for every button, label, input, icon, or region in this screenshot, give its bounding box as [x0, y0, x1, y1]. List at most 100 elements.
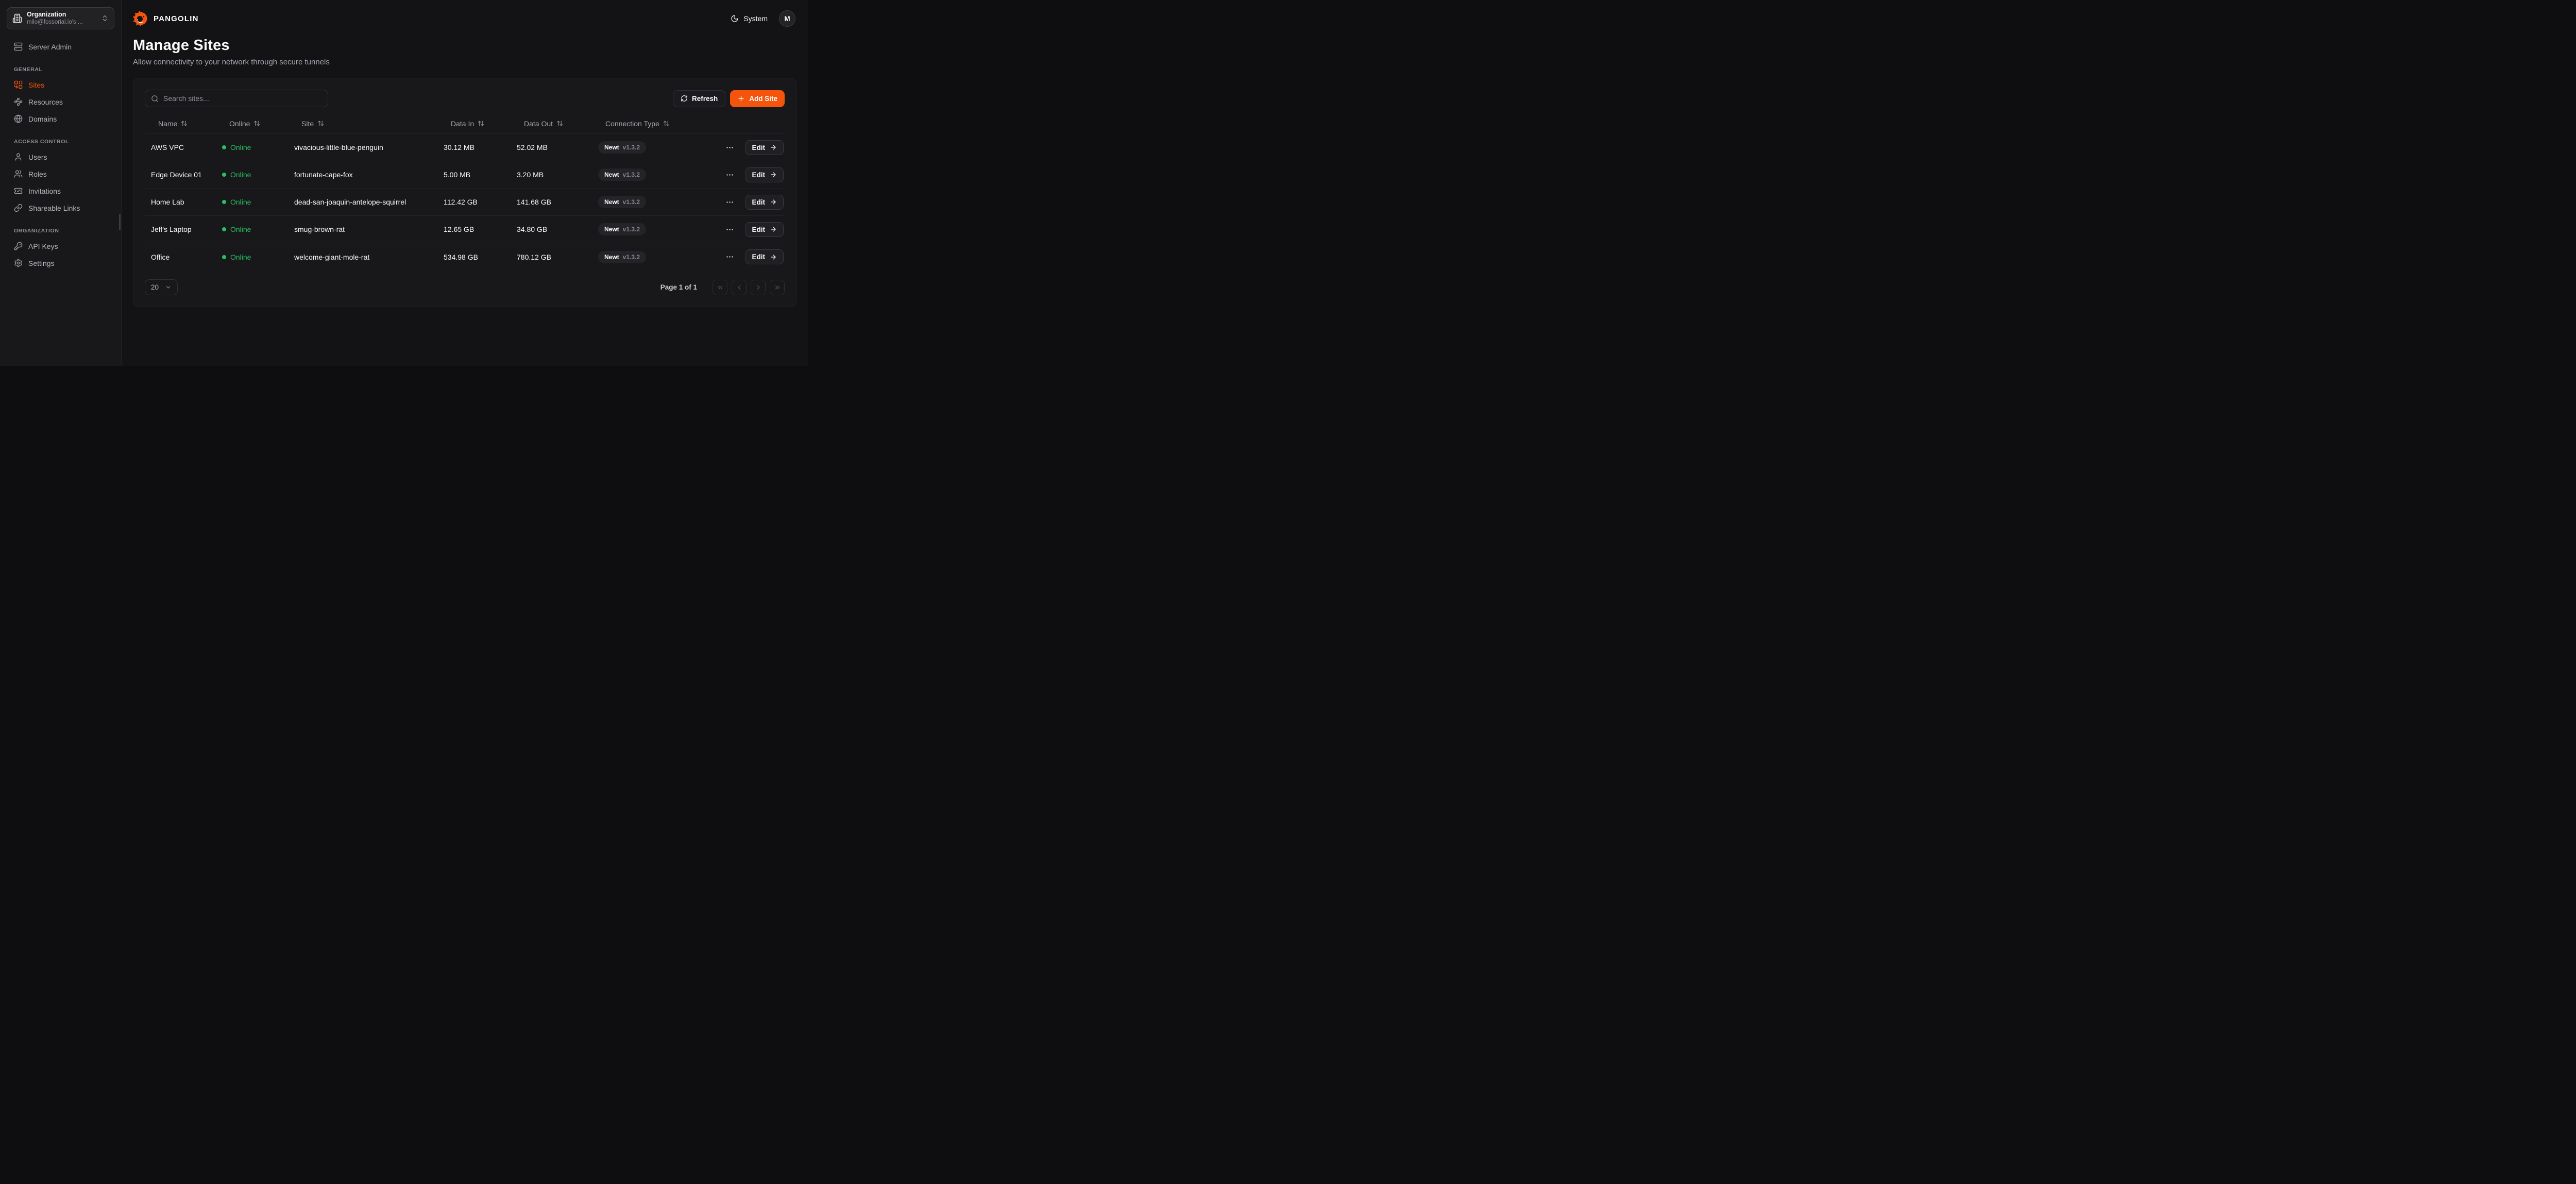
combine-icon	[14, 80, 23, 89]
table-header-row: Name Online Site Data In Data Out Connec…	[145, 113, 785, 134]
users-icon	[14, 170, 23, 178]
key-icon	[14, 242, 23, 250]
search-box[interactable]	[145, 90, 328, 107]
sidebar-item-domains[interactable]: Domains	[7, 110, 114, 127]
column-header-name[interactable]: Name	[145, 120, 222, 128]
brand: PANGOLIN	[133, 11, 199, 26]
online-dot-icon	[222, 255, 226, 259]
data-out-cell: 141.68 GB	[517, 198, 598, 206]
sidebar-item-server-admin[interactable]: Server Admin	[7, 38, 114, 55]
online-dot-icon	[222, 173, 226, 177]
column-header-connection-type[interactable]: Connection Type	[598, 120, 724, 128]
data-out-cell: 780.12 GB	[517, 253, 598, 261]
page-title: Manage Sites	[133, 37, 795, 54]
previous-page-button[interactable]	[732, 280, 747, 295]
data-in-cell: 12.65 GB	[444, 225, 517, 233]
connection-type-badge: Newtv1.3.2	[598, 168, 646, 181]
pagination-bar: 20 Page 1 of 1	[145, 279, 785, 295]
row-actions: Edit	[724, 167, 785, 182]
arrow-right-icon	[770, 253, 777, 261]
data-in-cell: 112.42 GB	[444, 198, 517, 206]
edit-button[interactable]: Edit	[745, 249, 784, 264]
site-name-cell: Jeff's Laptop	[145, 225, 222, 233]
sidebar-item-invitations[interactable]: Invitations	[7, 182, 114, 199]
arrow-right-icon	[770, 226, 777, 233]
data-out-cell: 52.02 MB	[517, 143, 598, 151]
avatar[interactable]: M	[779, 10, 795, 27]
chevron-down-icon	[165, 284, 172, 291]
row-actions: Edit	[724, 249, 785, 264]
site-slug-cell: vivacious-little-blue-penguin	[294, 143, 444, 151]
waypoints-icon	[14, 97, 23, 106]
arrow-up-down-icon	[556, 120, 563, 127]
sidebar-item-roles[interactable]: Roles	[7, 165, 114, 182]
refresh-button[interactable]: Refresh	[673, 90, 725, 107]
add-site-button[interactable]: Add Site	[730, 90, 785, 107]
row-actions: Edit	[724, 140, 785, 155]
refresh-icon	[681, 95, 688, 102]
search-input[interactable]	[163, 94, 322, 103]
row-actions: Edit	[724, 195, 785, 210]
organization-label: Organization	[27, 11, 96, 19]
gear-icon	[14, 259, 23, 267]
connection-type-cell: Newtv1.3.2	[598, 251, 724, 263]
online-status-cell: Online	[222, 198, 294, 206]
table-row: Home Lab Online dead-san-joaquin-antelop…	[145, 189, 785, 216]
arrow-up-down-icon	[181, 120, 188, 127]
sidebar-item-shareable-links[interactable]: Shareable Links	[7, 199, 114, 216]
table-row: AWS VPC Online vivacious-little-blue-pen…	[145, 134, 785, 161]
site-slug-cell: welcome-giant-mole-rat	[294, 253, 444, 261]
organization-selector[interactable]: Organization milo@fossorial.io's ...	[7, 7, 114, 29]
sidebar-item-settings[interactable]: Settings	[7, 255, 114, 272]
next-page-button[interactable]	[751, 280, 766, 295]
column-header-online[interactable]: Online	[222, 120, 294, 128]
row-menu-button[interactable]	[725, 143, 734, 152]
moon-icon	[731, 14, 739, 23]
sidebar: Organization milo@fossorial.io's ... Ser…	[0, 0, 122, 366]
organization-value: milo@fossorial.io's ...	[27, 19, 96, 26]
page-size-select[interactable]: 20	[145, 279, 178, 295]
arrow-up-down-icon	[478, 120, 484, 127]
online-dot-icon	[222, 200, 226, 204]
last-page-button[interactable]	[770, 280, 785, 295]
sidebar-item-sites[interactable]: Sites	[7, 76, 114, 93]
data-in-cell: 5.00 MB	[444, 171, 517, 179]
chevron-right-icon	[755, 284, 762, 291]
row-menu-button[interactable]	[725, 198, 734, 207]
data-in-cell: 534.98 GB	[444, 253, 517, 261]
page-header: Manage Sites Allow connectivity to your …	[122, 37, 808, 66]
theme-toggle-button[interactable]: System	[731, 14, 768, 23]
app-window: Organization milo@fossorial.io's ... Ser…	[0, 0, 808, 366]
edit-button[interactable]: Edit	[745, 195, 784, 210]
building-icon	[12, 13, 22, 23]
sites-card: Refresh Add Site Name Online Site Data I…	[133, 78, 796, 307]
first-page-button[interactable]	[713, 280, 727, 295]
sidebar-item-users[interactable]: Users	[7, 148, 114, 165]
table-row: Edge Device 01 Online fortunate-cape-fox…	[145, 161, 785, 189]
sites-table: Name Online Site Data In Data Out Connec…	[145, 113, 785, 270]
column-header-site[interactable]: Site	[294, 120, 444, 128]
sidebar-section-access-control: ACCESS CONTROL Users Roles Invitations S…	[7, 139, 114, 216]
online-dot-icon	[222, 145, 226, 149]
arrow-up-down-icon	[663, 120, 670, 127]
connection-type-badge: Newtv1.3.2	[598, 223, 646, 235]
row-menu-button[interactable]	[725, 252, 734, 261]
row-menu-button[interactable]	[725, 225, 734, 234]
table-row: Office Online welcome-giant-mole-rat 534…	[145, 243, 785, 270]
sidebar-item-api-keys[interactable]: API Keys	[7, 238, 114, 255]
connection-type-cell: Newtv1.3.2	[598, 168, 724, 181]
connection-type-cell: Newtv1.3.2	[598, 141, 724, 154]
sidebar-item-resources[interactable]: Resources	[7, 93, 114, 110]
column-header-data-in[interactable]: Data In	[444, 120, 517, 128]
column-header-data-out[interactable]: Data Out	[517, 120, 598, 128]
sidebar-scrollbar-thumb[interactable]	[119, 214, 121, 230]
row-actions: Edit	[724, 222, 785, 237]
edit-button[interactable]: Edit	[745, 222, 784, 237]
edit-button[interactable]: Edit	[745, 140, 784, 155]
online-dot-icon	[222, 227, 226, 231]
arrow-up-down-icon	[253, 120, 260, 127]
search-icon	[151, 95, 159, 103]
sidebar-section-organization: ORGANIZATION API Keys Settings	[7, 228, 114, 272]
row-menu-button[interactable]	[725, 171, 734, 179]
edit-button[interactable]: Edit	[745, 167, 784, 182]
